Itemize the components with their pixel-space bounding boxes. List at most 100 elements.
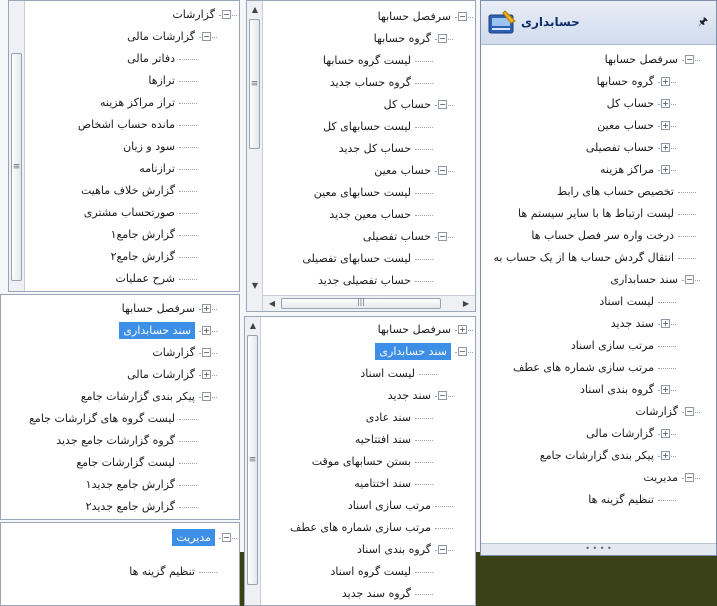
collapse-icon[interactable]: − [685,407,694,416]
expand-icon[interactable]: + [661,77,670,86]
expand-icon[interactable]: + [458,325,467,334]
tree-node[interactable]: حساب تفصیلی [363,228,431,246]
tree-node[interactable]: سرفصل حسابها [378,321,451,339]
tree-node[interactable]: درخت واره سر فصل حساب ها [531,227,674,245]
collapse-icon[interactable]: − [438,232,447,241]
expand-icon[interactable]: + [661,451,670,460]
tree-node[interactable]: حساب معین جدید [329,206,411,224]
tree-node[interactable]: حساب کل جدید [339,140,411,158]
tree-node[interactable]: لیست حسابهای تفصیلی [302,250,411,268]
expand-icon[interactable]: + [202,370,211,379]
tree-node[interactable]: سند افتتاحیه [355,431,411,449]
tree-node[interactable]: گزارش خلاف ماهیت [81,182,175,200]
tree-node[interactable]: بستن حسابهای موقت [312,453,411,471]
tree-node[interactable]: گزارش جامع جدید۲ [86,498,175,516]
tree-node[interactable]: گزارشات مالی [586,425,654,443]
collapse-icon[interactable]: − [458,347,467,356]
vertical-scrollbar[interactable]: ▲ [245,317,261,605]
tree-node[interactable]: مرتب سازی اسناد [571,337,654,355]
tree-node[interactable]: مرتب سازی شماره های عطف [290,519,431,537]
collapse-icon[interactable]: − [438,391,447,400]
tree-node[interactable]: ترازها [148,72,175,90]
tree-node[interactable]: انتقال گردش حساب ها از یک حساب به [494,249,674,267]
tree-node[interactable]: حساب تفصیلی جدید [318,272,411,290]
vertical-scrollbar[interactable]: ▲ ▼ [247,1,263,311]
tree-node[interactable]: گروه بندی اسناد [580,381,654,399]
tree-node[interactable]: سند عادی [366,409,411,427]
tree-node[interactable]: سرفصل حسابها [378,8,451,26]
tree-node[interactable]: سند جدید [388,387,431,405]
tree-node[interactable]: لیست گروه های گزارشات جامع [29,410,175,428]
tree-node[interactable]: مرتب سازی اسناد [348,497,431,515]
collapse-icon[interactable]: − [685,55,694,64]
scroll-left-icon[interactable]: ◀ [265,297,279,311]
expand-icon[interactable]: + [661,429,670,438]
scroll-thumb[interactable] [281,297,441,309]
collapse-icon[interactable]: − [202,348,211,357]
tree-node[interactable]: لیست گروه حسابها [323,52,411,70]
tree-node[interactable]: لیست حسابهای کل [323,118,411,136]
tree-node[interactable]: لیست گروه اسناد [330,563,411,581]
tree-node[interactable]: حساب کل [384,96,431,114]
tree-node[interactable]: دفاتر مالی [127,50,175,68]
expand-icon[interactable]: + [661,99,670,108]
collapse-icon[interactable]: − [458,12,467,21]
tree-node[interactable]: سند حسابداری [119,322,195,340]
tree-node[interactable]: حساب کل [607,95,654,113]
tree-node[interactable]: صورتحساب مشتری [84,204,175,222]
collapse-icon[interactable]: − [222,533,231,542]
tree-node[interactable]: سرفصل حسابها [605,51,678,69]
expand-icon[interactable]: + [202,326,211,335]
expand-icon[interactable]: + [661,143,670,152]
collapse-icon[interactable]: − [438,34,447,43]
tree-node[interactable]: پیکر بندی گزارشات جامع [540,447,654,465]
tree-node[interactable]: تراز مراکز هزینه [100,94,175,112]
tree-node[interactable]: گزارشات [152,344,195,362]
scroll-thumb[interactable] [249,19,260,149]
tree-node[interactable]: سرفصل حسابها [122,300,195,318]
tree-node[interactable]: ترازنامه [139,160,175,178]
tree-node[interactable]: مدیریت [172,529,215,547]
tree-node[interactable]: لیست اسناد [599,293,654,311]
tree-node[interactable]: حساب معین [597,117,654,135]
collapse-icon[interactable]: − [685,275,694,284]
resize-grip[interactable]: • • • • [481,543,716,555]
tree-node[interactable]: لیست گزارشات جامع [76,454,175,472]
collapse-icon[interactable]: − [202,32,211,41]
tree-node[interactable]: سند جدید [611,315,654,333]
tree-node[interactable]: گزارش جامع جدید۱ [86,476,175,494]
scroll-up-icon[interactable]: ▲ [248,3,262,17]
tree-node[interactable]: گروه حسابها [374,30,431,48]
expand-icon[interactable]: + [661,385,670,394]
tree-node[interactable]: تخصیص حساب های رابط [557,183,674,201]
tree-node[interactable]: گروه بندی اسناد [357,541,431,559]
tree-node[interactable]: لیست اسناد [360,365,415,383]
tree-node[interactable]: مراکز هزینه [600,161,654,179]
tree-node[interactable]: گزارشات [172,6,215,24]
horizontal-scrollbar[interactable]: ◀ ▶ [263,295,475,311]
collapse-icon[interactable]: − [438,545,447,554]
collapse-icon[interactable]: − [685,473,694,482]
scroll-right-icon[interactable]: ▶ [459,297,473,311]
tree-node[interactable]: پیکر بندی گزارشات جامع [81,388,195,406]
tree-node[interactable]: لیست ارتباط ها با سایر سیستم ها [518,205,674,223]
collapse-icon[interactable]: − [202,392,211,401]
scroll-thumb[interactable] [11,53,22,281]
tree-node[interactable]: گروه حساب جدید [330,74,411,92]
expand-icon[interactable]: + [661,319,670,328]
tree-node[interactable]: سند اختتامیه [354,475,411,493]
tree-node[interactable]: تنظیم گزینه ها [129,563,195,581]
tree-node[interactable]: سند حسابداری [375,343,451,361]
tree-node[interactable]: گروه سند جدید [342,585,411,603]
tree-node[interactable]: مدیریت [643,469,678,487]
vertical-scrollbar[interactable] [9,1,25,291]
collapse-icon[interactable]: − [438,166,447,175]
scroll-thumb[interactable] [247,335,258,585]
expand-icon[interactable]: + [661,121,670,130]
tree-node[interactable]: گزارش جامع۲ [111,248,175,266]
tree-node[interactable]: لیست حسابهای معین [314,184,411,202]
tree-node[interactable]: شرح عملیات [116,270,175,288]
tree-node[interactable]: سند حسابداری [610,271,678,289]
expand-icon[interactable]: + [202,304,211,313]
tree-node[interactable]: گزارشات [635,403,678,421]
